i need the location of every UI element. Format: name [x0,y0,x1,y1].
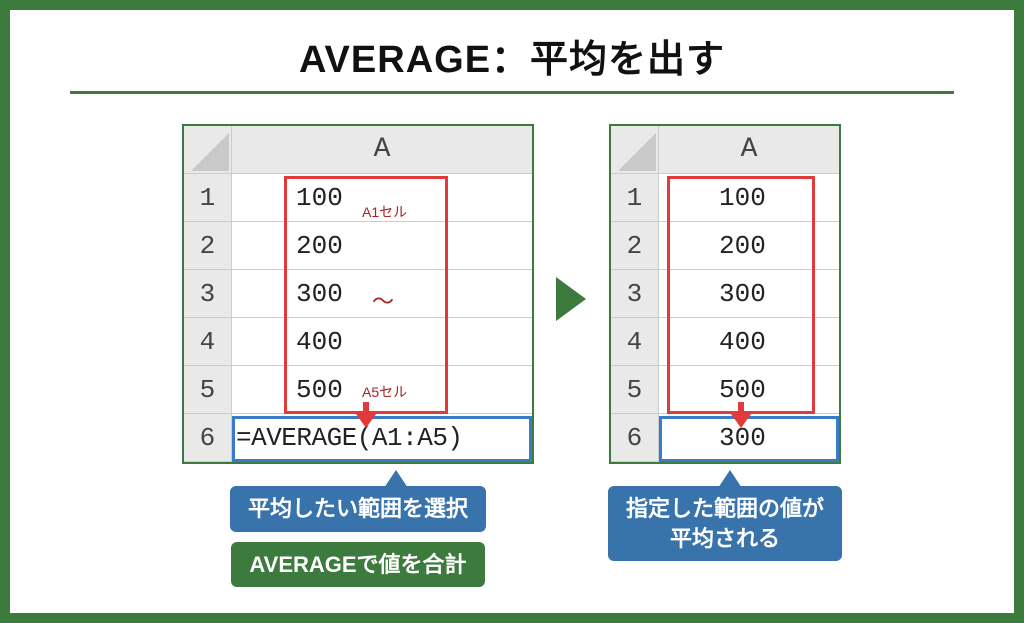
cell-a1[interactable]: 100 A1セル [232,174,532,222]
row-header-5[interactable]: 5 [611,366,659,414]
cell-a6-formula[interactable]: =AVERAGE(A1:A5) [232,414,532,462]
spreadsheet-right: A 1 100 2 200 3 300 4 400 [609,124,841,464]
row-header-1[interactable]: 1 [184,174,232,222]
row-header-6[interactable]: 6 [184,414,232,462]
row-header-1[interactable]: 1 [611,174,659,222]
cell-a4[interactable]: 400 [232,318,532,366]
select-all-corner[interactable] [611,126,659,174]
row-header-2[interactable]: 2 [611,222,659,270]
spreadsheet-left: A 1 100 A1セル 2 200 3 300 [182,124,534,464]
callout-result: 指定した範囲の値が 平均される [608,486,842,561]
column-header-a[interactable]: A [232,126,532,174]
cell-a4[interactable]: 400 [659,318,839,366]
cell-a5[interactable]: 500 A5セル [232,366,532,414]
cell-a5[interactable]: 500 [659,366,839,414]
cell-a3[interactable]: 300 〜 [232,270,532,318]
step-arrow-icon [556,277,586,321]
cell-a2[interactable]: 200 [659,222,839,270]
cell-a2[interactable]: 200 [232,222,532,270]
page-title: AVERAGE：平均を出す [299,28,725,89]
select-all-corner[interactable] [184,126,232,174]
row-header-4[interactable]: 4 [184,318,232,366]
column-header-a[interactable]: A [659,126,839,174]
row-header-3[interactable]: 3 [611,270,659,318]
row-header-6[interactable]: 6 [611,414,659,462]
cell-a1[interactable]: 100 [659,174,839,222]
cell-a3[interactable]: 300 [659,270,839,318]
row-header-5[interactable]: 5 [184,366,232,414]
callout-range: 平均したい範囲を選択 [230,486,486,532]
row-header-3[interactable]: 3 [184,270,232,318]
callout-average-note: AVERAGEで値を合計 [231,542,484,588]
annotation-a5: A5セル [362,368,407,416]
row-header-2[interactable]: 2 [184,222,232,270]
row-header-4[interactable]: 4 [611,318,659,366]
cell-a6-result[interactable]: 300 [659,414,839,462]
